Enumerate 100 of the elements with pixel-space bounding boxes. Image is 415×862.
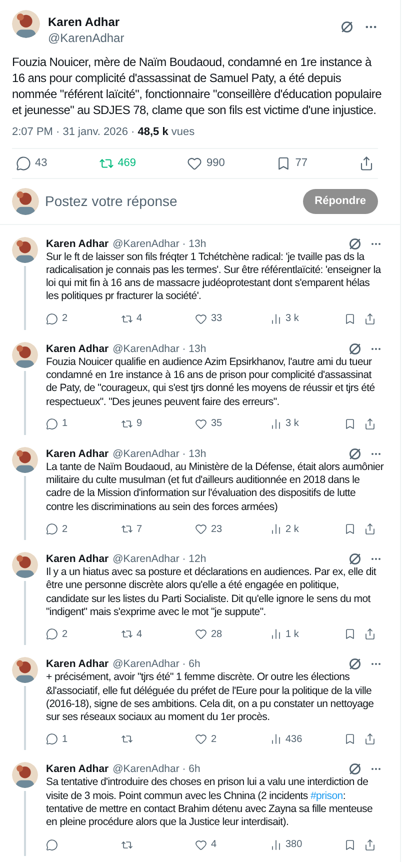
reply-text: Sur le ft de laisser son fils fréqter 1 Tchétchène radical: 'je tvaille pas ds la radicalisation je connais pas les termes'. Sur être référentlaïcité: 'enseigner la loi qui mit fin à 16 ans de massacre judéoprotestant dont s'emparent hélas les politiques pr fracturer la société'. xyxy=(46,250,382,304)
reply-stat[interactable]: 2 xyxy=(46,311,68,326)
author-name[interactable]: Karen Adhar xyxy=(46,552,109,566)
slashed-circle-icon[interactable] xyxy=(348,446,362,461)
repost-stat[interactable] xyxy=(120,838,132,851)
bar-chart-icon xyxy=(270,418,282,430)
like-stat[interactable]: 23 xyxy=(195,522,222,537)
reply-stat[interactable]: 43 xyxy=(16,154,48,172)
heart-icon xyxy=(195,418,207,430)
tweet-meta: 2:07 PM · 31 janv. 2026 · 48,5 k vues xyxy=(12,125,196,140)
repost-icon xyxy=(120,312,132,325)
author-handle[interactable]: @KarenAdhar · 13h xyxy=(112,342,348,356)
like-stat[interactable]: 28 xyxy=(195,626,222,642)
repost-icon xyxy=(120,733,132,746)
share-icon xyxy=(364,312,376,325)
reply-text: Sa tentative d'introduire des choses en prison lui a valu une interdiction de visite de 3 mois. Point commun avec les Chnina (2 incidents #prison: tentative de mettre en contact Brahim détenu avec Zayna sa fille menteuse en pleine procédure alors que la Justice leur interdisait). xyxy=(46,776,374,830)
share-icon xyxy=(364,628,376,640)
slashed-circle-icon[interactable] xyxy=(348,236,362,250)
reply-stat[interactable] xyxy=(46,838,58,851)
repost-stat[interactable]: 4 xyxy=(120,626,142,642)
like-stat[interactable]: 990 xyxy=(187,154,225,172)
tweet-text: Fouzia Nouicer, mère de Naïm Boudaoud, condamné en 1re instance à 16 ans pour complicité d'assassinat de Samuel Paty, a été depuis nommée "référent laïcité", fonctionnaire "conseillère d'éducation populaire et jeunesse" au SDJES 78, clame que son fils est victime d'une injustice. xyxy=(12,54,382,118)
share-stat[interactable] xyxy=(364,838,376,851)
views-stat[interactable]: 3 k xyxy=(270,416,299,432)
like-stat[interactable]: 2 xyxy=(195,732,217,747)
heart-icon xyxy=(195,838,207,851)
bookmark-icon xyxy=(276,156,292,170)
repost-icon xyxy=(120,418,132,430)
like-stat[interactable]: 33 xyxy=(195,311,222,326)
avatar[interactable] xyxy=(12,10,40,38)
author-name[interactable]: Karen Adhar xyxy=(46,236,109,250)
views-stat[interactable]: 436 xyxy=(270,732,302,747)
reply-stat[interactable]: 1 xyxy=(46,416,68,432)
repost-stat[interactable]: 7 xyxy=(120,522,142,537)
reply-stat[interactable]: 2 xyxy=(46,522,68,537)
avatar[interactable] xyxy=(12,236,38,262)
views-stat[interactable]: 2 k xyxy=(270,522,299,537)
reply-stat[interactable]: 2 xyxy=(46,626,68,642)
reply-icon xyxy=(46,418,58,430)
share-stat[interactable] xyxy=(364,418,376,430)
share-stat[interactable] xyxy=(364,523,376,536)
bookmark-stat[interactable] xyxy=(344,418,356,430)
bookmark-icon xyxy=(344,418,356,430)
share-stat[interactable] xyxy=(358,156,374,170)
views-stat[interactable]: 380 xyxy=(270,837,302,852)
bookmark-stat[interactable] xyxy=(344,523,356,536)
bar-chart-icon xyxy=(270,523,282,536)
author-handle[interactable]: @KarenAdhar · 13h xyxy=(112,446,348,461)
avatar[interactable] xyxy=(12,446,38,473)
bookmark-stat[interactable] xyxy=(344,733,356,746)
bookmark-stat[interactable]: 77 xyxy=(276,154,308,172)
bar-chart-icon xyxy=(270,733,282,746)
share-icon xyxy=(364,418,376,430)
share-icon xyxy=(364,838,376,851)
share-stat[interactable] xyxy=(364,733,376,746)
slashed-circle-icon[interactable] xyxy=(340,20,354,34)
share-icon xyxy=(364,523,376,536)
slashed-circle-icon[interactable] xyxy=(348,552,362,566)
author-name[interactable]: Karen Adhar xyxy=(46,657,109,672)
avatar[interactable] xyxy=(12,188,39,214)
author-handle[interactable]: @KarenAdhar xyxy=(48,30,332,46)
author-name[interactable]: Karen Adhar xyxy=(46,342,109,356)
views-stat[interactable]: 1 k xyxy=(270,626,299,642)
repost-stat[interactable]: 9 xyxy=(120,416,142,432)
bookmark-icon xyxy=(344,628,356,640)
share-stat[interactable] xyxy=(364,312,376,325)
share-stat[interactable] xyxy=(364,628,376,640)
share-icon xyxy=(364,733,376,746)
repost-stat[interactable]: 4 xyxy=(120,311,142,326)
author-handle[interactable]: @KarenAdhar · 13h xyxy=(112,236,348,250)
repost-stat[interactable] xyxy=(120,733,132,746)
author-name[interactable]: Karen Adhar xyxy=(48,14,332,30)
author-handle[interactable]: @KarenAdhar · 12h xyxy=(112,552,348,566)
repost-icon xyxy=(120,628,132,640)
avatar[interactable] xyxy=(12,657,38,684)
reply-icon xyxy=(46,523,58,536)
author-handle[interactable]: @KarenAdhar · 6h xyxy=(112,762,348,776)
bookmark-stat[interactable] xyxy=(344,628,356,640)
avatar[interactable] xyxy=(12,552,38,578)
like-stat[interactable]: 35 xyxy=(195,416,222,432)
author-handle[interactable]: @KarenAdhar · 6h xyxy=(112,657,348,672)
author-name[interactable]: Karen Adhar xyxy=(46,446,109,461)
author-name[interactable]: Karen Adhar xyxy=(46,762,109,776)
bookmark-stat[interactable] xyxy=(344,312,356,325)
reply-stat[interactable]: 1 xyxy=(46,732,68,747)
bar-chart-icon xyxy=(270,838,282,851)
avatar[interactable] xyxy=(12,762,38,788)
slashed-circle-icon[interactable] xyxy=(348,657,362,672)
reply-icon xyxy=(46,312,58,325)
heart-icon xyxy=(195,733,207,746)
views-stat[interactable]: 3 k xyxy=(270,311,299,326)
like-stat[interactable]: 4 xyxy=(195,837,217,852)
slashed-circle-icon[interactable] xyxy=(348,762,362,776)
bookmark-stat[interactable] xyxy=(344,838,356,851)
slashed-circle-icon[interactable] xyxy=(348,342,362,356)
avatar[interactable] xyxy=(12,342,38,368)
bookmark-icon xyxy=(344,523,356,536)
heart-icon xyxy=(195,523,207,536)
reply-icon xyxy=(16,156,31,170)
bookmark-icon xyxy=(344,838,356,851)
